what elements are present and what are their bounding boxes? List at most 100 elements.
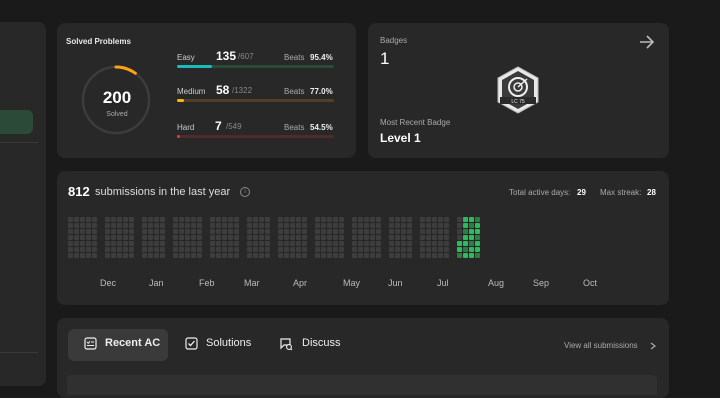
heatmap-cell[interactable] bbox=[191, 223, 196, 228]
heatmap-cell[interactable] bbox=[401, 217, 406, 222]
heatmap-cell[interactable] bbox=[148, 247, 153, 252]
heatmap-cell[interactable] bbox=[74, 247, 79, 252]
heatmap-cell[interactable] bbox=[228, 247, 233, 252]
heatmap-cell[interactable] bbox=[296, 247, 301, 252]
heatmap-cell[interactable] bbox=[142, 235, 147, 240]
heatmap-cell[interactable] bbox=[173, 235, 178, 240]
heatmap-cell[interactable] bbox=[74, 217, 79, 222]
heatmap-cell[interactable] bbox=[444, 253, 449, 258]
arrow-right-icon[interactable] bbox=[638, 33, 656, 51]
heatmap-cell[interactable] bbox=[290, 241, 295, 246]
heatmap-cell[interactable] bbox=[284, 229, 289, 234]
heatmap-cell[interactable] bbox=[321, 223, 326, 228]
heatmap-cell[interactable] bbox=[389, 235, 394, 240]
heatmap-cell[interactable] bbox=[469, 253, 474, 258]
heatmap-cell[interactable] bbox=[302, 229, 307, 234]
heatmap-cell[interactable] bbox=[438, 223, 443, 228]
heatmap-cell[interactable] bbox=[432, 247, 437, 252]
heatmap-cell[interactable] bbox=[457, 217, 462, 222]
heatmap-cell[interactable] bbox=[222, 217, 227, 222]
heatmap-cell[interactable] bbox=[339, 217, 344, 222]
heatmap-cell[interactable] bbox=[432, 253, 437, 258]
heatmap-cell[interactable] bbox=[68, 235, 73, 240]
heatmap-cell[interactable] bbox=[352, 229, 357, 234]
heatmap-cell[interactable] bbox=[327, 235, 332, 240]
heatmap-cell[interactable] bbox=[370, 229, 375, 234]
heatmap-cell[interactable] bbox=[142, 217, 147, 222]
heatmap-cell[interactable] bbox=[432, 241, 437, 246]
heatmap-cell[interactable] bbox=[92, 223, 97, 228]
heatmap-cell[interactable] bbox=[463, 223, 468, 228]
heatmap-cell[interactable] bbox=[358, 247, 363, 252]
heatmap-cell[interactable] bbox=[247, 229, 252, 234]
heatmap-cell[interactable] bbox=[222, 253, 227, 258]
heatmap-cell[interactable] bbox=[228, 223, 233, 228]
heatmap-cell[interactable] bbox=[123, 235, 128, 240]
heatmap-cell[interactable] bbox=[259, 217, 264, 222]
heatmap-cell[interactable] bbox=[222, 223, 227, 228]
heatmap-cell[interactable] bbox=[247, 223, 252, 228]
heatmap-cell[interactable] bbox=[185, 229, 190, 234]
heatmap-cell[interactable] bbox=[86, 253, 91, 258]
heatmap-cell[interactable] bbox=[364, 235, 369, 240]
heatmap-cell[interactable] bbox=[123, 223, 128, 228]
heatmap-cell[interactable] bbox=[339, 223, 344, 228]
heatmap-cell[interactable] bbox=[315, 235, 320, 240]
heatmap-cell[interactable] bbox=[253, 241, 258, 246]
heatmap-cell[interactable] bbox=[432, 223, 437, 228]
heatmap-cell[interactable] bbox=[420, 217, 425, 222]
heatmap-cell[interactable] bbox=[265, 229, 270, 234]
heatmap-cell[interactable] bbox=[111, 235, 116, 240]
heatmap-cell[interactable] bbox=[370, 235, 375, 240]
heatmap-cell[interactable] bbox=[333, 235, 338, 240]
heatmap-cell[interactable] bbox=[197, 229, 202, 234]
heatmap-cell[interactable] bbox=[210, 223, 215, 228]
heatmap-cell[interactable] bbox=[105, 229, 110, 234]
heatmap-cell[interactable] bbox=[284, 217, 289, 222]
heatmap-cell[interactable] bbox=[278, 235, 283, 240]
heatmap-cell[interactable] bbox=[80, 229, 85, 234]
heatmap-cell[interactable] bbox=[395, 229, 400, 234]
heatmap-cell[interactable] bbox=[247, 241, 252, 246]
heatmap-cell[interactable] bbox=[234, 229, 239, 234]
heatmap-cell[interactable] bbox=[438, 253, 443, 258]
heatmap-cell[interactable] bbox=[197, 241, 202, 246]
heatmap-cell[interactable] bbox=[284, 253, 289, 258]
heatmap-cell[interactable] bbox=[160, 241, 165, 246]
heatmap-cell[interactable] bbox=[395, 253, 400, 258]
sidebar-highlight[interactable] bbox=[0, 110, 33, 134]
heatmap-cell[interactable] bbox=[389, 229, 394, 234]
heatmap-cell[interactable] bbox=[364, 241, 369, 246]
heatmap-cell[interactable] bbox=[197, 217, 202, 222]
heatmap-cell[interactable] bbox=[179, 229, 184, 234]
heatmap-cell[interactable] bbox=[420, 247, 425, 252]
heatmap-cell[interactable] bbox=[222, 235, 227, 240]
heatmap-cell[interactable] bbox=[333, 241, 338, 246]
heatmap-cell[interactable] bbox=[216, 253, 221, 258]
heatmap-cell[interactable] bbox=[234, 247, 239, 252]
heatmap-cell[interactable] bbox=[191, 217, 196, 222]
chevron-right-icon[interactable] bbox=[649, 342, 657, 350]
heatmap-cell[interactable] bbox=[160, 253, 165, 258]
heatmap-cell[interactable] bbox=[105, 241, 110, 246]
heatmap-cell[interactable] bbox=[74, 229, 79, 234]
heatmap-cell[interactable] bbox=[111, 247, 116, 252]
heatmap-cell[interactable] bbox=[463, 247, 468, 252]
heatmap-cell[interactable] bbox=[259, 235, 264, 240]
heatmap-cell[interactable] bbox=[111, 229, 116, 234]
heatmap-cell[interactable] bbox=[173, 241, 178, 246]
heatmap-cell[interactable] bbox=[148, 235, 153, 240]
heatmap-cell[interactable] bbox=[111, 253, 116, 258]
heatmap-cell[interactable] bbox=[333, 217, 338, 222]
heatmap-cell[interactable] bbox=[129, 223, 134, 228]
heatmap-cell[interactable] bbox=[401, 235, 406, 240]
heatmap-cell[interactable] bbox=[234, 217, 239, 222]
heatmap-cell[interactable] bbox=[129, 235, 134, 240]
heatmap-cell[interactable] bbox=[278, 247, 283, 252]
heatmap-cell[interactable] bbox=[191, 229, 196, 234]
heatmap-cell[interactable] bbox=[80, 253, 85, 258]
heatmap-cell[interactable] bbox=[284, 247, 289, 252]
heatmap-cell[interactable] bbox=[475, 235, 480, 240]
heatmap-cell[interactable] bbox=[438, 235, 443, 240]
heatmap-cell[interactable] bbox=[278, 241, 283, 246]
